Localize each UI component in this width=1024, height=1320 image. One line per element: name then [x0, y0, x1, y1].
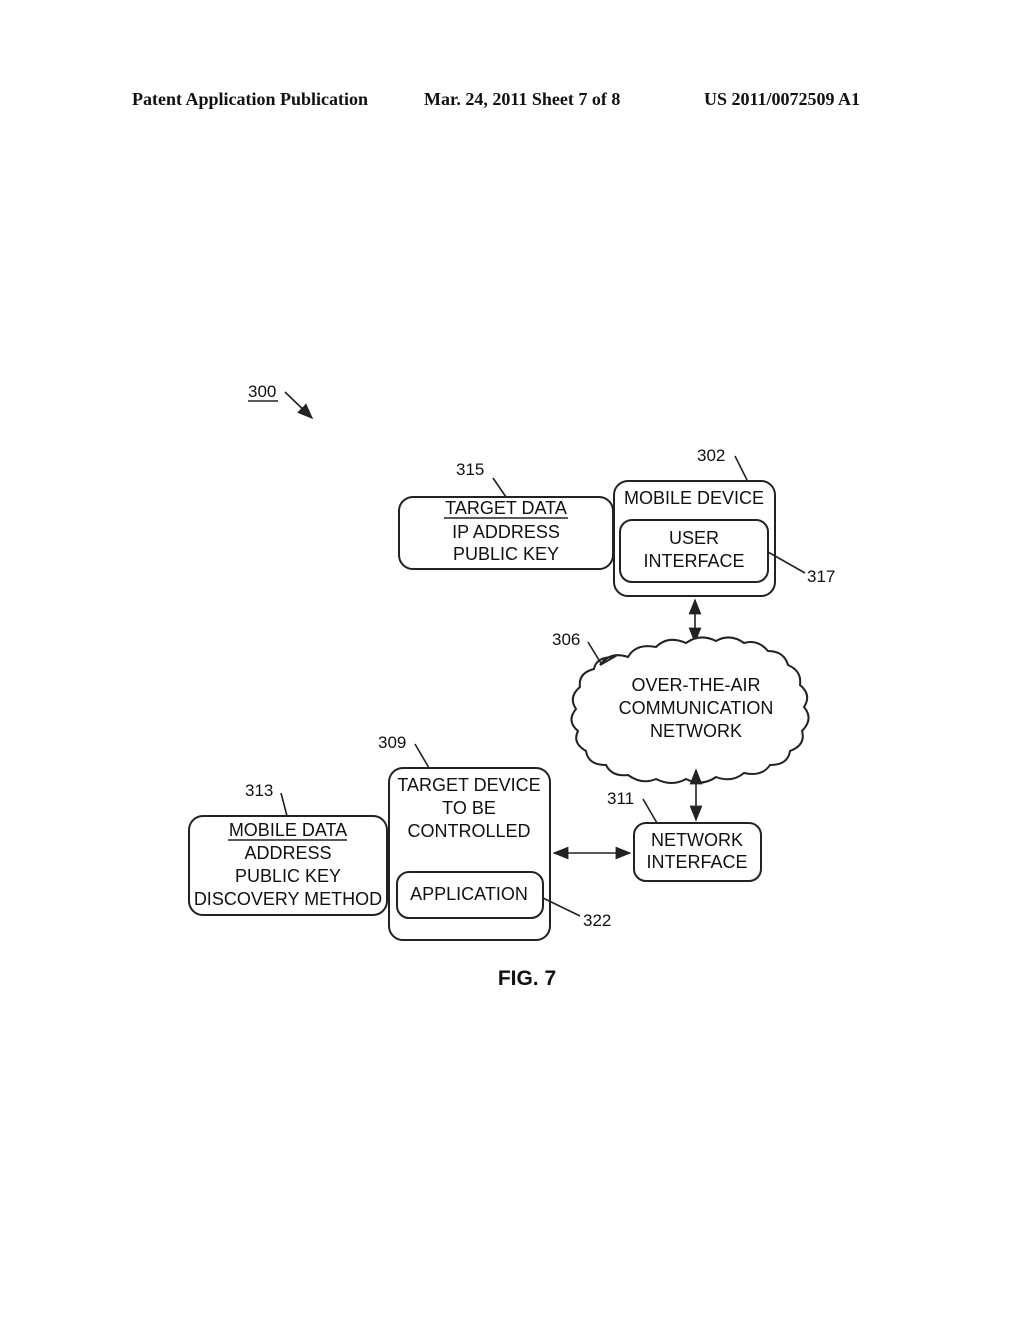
- svg-text:306: 306: [552, 630, 580, 649]
- ref-306: 306: [552, 630, 603, 666]
- svg-text:TARGET DEVICE: TARGET DEVICE: [397, 775, 540, 795]
- svg-text:INTERFACE: INTERFACE: [646, 852, 747, 872]
- svg-text:OVER-THE-AIR: OVER-THE-AIR: [631, 675, 760, 695]
- svg-text:311: 311: [607, 789, 634, 808]
- mobile-data-box: MOBILE DATA ADDRESS PUBLIC KEY DISCOVERY…: [188, 815, 388, 916]
- svg-text:300: 300: [248, 382, 276, 401]
- target-data-title: TARGET DATA: [445, 498, 567, 518]
- ref-311: 311: [607, 789, 658, 824]
- svg-text:317: 317: [807, 567, 835, 586]
- svg-text:309: 309: [378, 733, 406, 752]
- svg-text:NETWORK: NETWORK: [650, 721, 742, 741]
- ref-322: 322: [542, 897, 611, 930]
- svg-text:NETWORK: NETWORK: [651, 830, 743, 850]
- network-interface-box: NETWORK INTERFACE: [633, 822, 762, 882]
- svg-text:TO BE: TO BE: [442, 798, 496, 818]
- svg-text:ADDRESS: ADDRESS: [244, 843, 331, 863]
- target-data-box: TARGET DATA IP ADDRESS PUBLIC KEY: [398, 496, 614, 570]
- network-cloud: OVER-THE-AIR COMMUNICATION NETWORK: [570, 636, 810, 784]
- target-data-line: PUBLIC KEY: [453, 544, 559, 564]
- ref-300-arrow: [284, 391, 314, 420]
- figure-diagram: 300 TARGET DATA IP ADDRESS PUBLIC KEY 31…: [188, 382, 835, 990]
- svg-text:315: 315: [456, 460, 484, 479]
- svg-text:MOBILE DATA: MOBILE DATA: [229, 820, 347, 840]
- svg-text:INTERFACE: INTERFACE: [643, 551, 744, 571]
- svg-text:302: 302: [697, 446, 725, 465]
- svg-text:CONTROLLED: CONTROLLED: [407, 821, 530, 841]
- svg-text:322: 322: [583, 911, 611, 930]
- svg-text:313: 313: [245, 781, 273, 800]
- ref-315: 315: [456, 460, 507, 498]
- svg-text:DISCOVERY METHOD: DISCOVERY METHOD: [194, 889, 382, 909]
- mobile-device-title: MOBILE DEVICE: [624, 488, 764, 508]
- target-data-line: IP ADDRESS: [452, 522, 560, 542]
- ref-302: 302: [697, 446, 748, 481]
- svg-text:APPLICATION: APPLICATION: [410, 884, 528, 904]
- ref-300: 300: [248, 382, 314, 420]
- svg-text:USER: USER: [669, 528, 719, 548]
- ref-309: 309: [378, 733, 430, 769]
- ref-317: 317: [767, 551, 835, 586]
- figure-caption: FIG. 7: [498, 967, 556, 990]
- ref-313: 313: [245, 781, 288, 817]
- svg-text:COMMUNICATION: COMMUNICATION: [619, 698, 774, 718]
- mobile-device-box: MOBILE DEVICE USER INTERFACE: [613, 480, 776, 597]
- svg-text:PUBLIC KEY: PUBLIC KEY: [235, 866, 341, 886]
- target-device-box: TARGET DEVICE TO BE CONTROLLED APPLICATI…: [388, 767, 551, 941]
